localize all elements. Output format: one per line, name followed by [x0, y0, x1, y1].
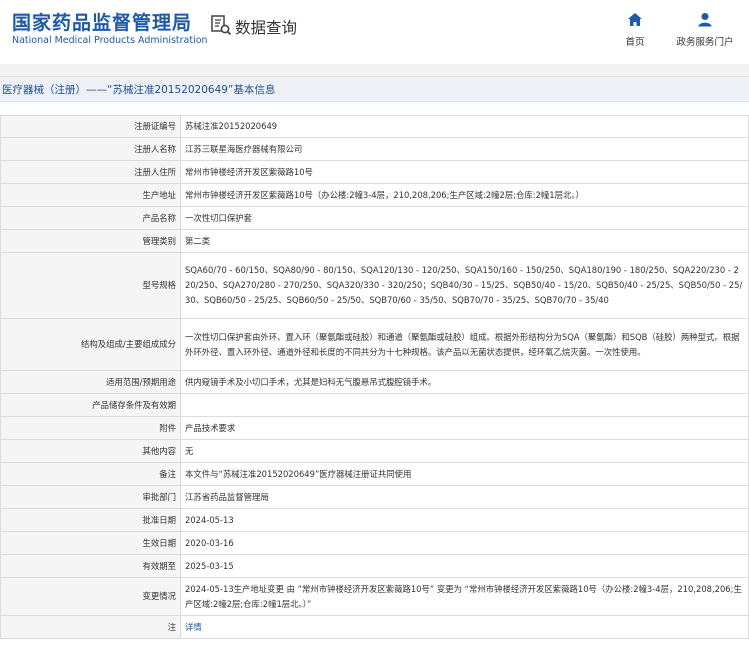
nav-home[interactable]: 首页 [600, 12, 670, 48]
table-row: 注册人住所 常州市钟楼经济开发区紫薇路10号 [0, 160, 749, 184]
table-row: 备注 本文件与“苏械注准20152020649”医疗器械注册证共同使用 [0, 462, 749, 486]
table-row: 结构及组成/主要组成成分 一次性切口保护套由外环、置入环（聚氨酯或硅胶）和通道（… [0, 318, 749, 371]
field-label: 产品储存条件及有效期 [0, 393, 181, 417]
field-value: SQA60/70 - 60/150、SQA80/90 - 80/150、SQA1… [180, 252, 749, 319]
table-row: 生产地址 常州市钟楼经济开发区紫薇路10号（办公楼:2幢3-4层，210,208… [0, 183, 749, 207]
field-value: 2024-05-13 [180, 508, 749, 532]
field-label: 生产地址 [0, 183, 181, 207]
field-label: 注册人住所 [0, 160, 181, 184]
field-value: 苏械注准20152020649 [180, 115, 749, 138]
field-value [180, 393, 749, 417]
page-title: 医疗器械（注册）——“苏械注准20152020649”基本信息 [2, 83, 276, 96]
info-table: 注册证编号 苏械注准20152020649 注册人名称 江苏三联星海医疗器械有限… [0, 115, 749, 639]
field-value: 一次性切口保护套由外环、置入环（聚氨酯或硅胶）和通道（聚氨酯或硅胶）组成。根据外… [180, 318, 749, 371]
nav-home-label: 首页 [625, 37, 645, 48]
field-label: 批准日期 [0, 508, 181, 532]
field-label: 审批部门 [0, 485, 181, 509]
field-value: 常州市钟楼经济开发区紫薇路10号（办公楼:2幢3-4层，210,208,206;… [180, 183, 749, 207]
page-title-bar: 医疗器械（注册）——“苏械注准20152020649”基本信息 [0, 76, 749, 102]
table-row: 注册人名称 江苏三联星海医疗器械有限公司 [0, 137, 749, 161]
field-value: 常州市钟楼经济开发区紫薇路10号 [180, 160, 749, 184]
header-divider [0, 64, 749, 76]
field-label: 有效期至 [0, 554, 181, 578]
field-label: 型号规格 [0, 252, 181, 319]
table-row: 有效期至 2025-03-15 [0, 554, 749, 578]
field-label: 注册证编号 [0, 115, 181, 138]
details-link[interactable]: 详情 [185, 622, 202, 632]
field-value: 第二类 [180, 229, 749, 253]
field-value: 本文件与“苏械注准20152020649”医疗器械注册证共同使用 [180, 462, 749, 486]
field-label: 适用范围/预期用途 [0, 370, 181, 394]
field-value: 供内窥镜手术及小切口手术，尤其是妇科无气腹悬吊式腹腔镜手术。 [180, 370, 749, 394]
table-row: 生效日期 2020-03-16 [0, 531, 749, 555]
field-value: 2025-03-15 [180, 554, 749, 578]
logo-title[interactable]: 国家药品监督管理局 [12, 8, 192, 35]
table-row: 型号规格 SQA60/70 - 60/150、SQA80/90 - 80/150… [0, 252, 749, 319]
table-row: 其他内容 无 [0, 439, 749, 463]
nav-gov-service-label: 政务服务门户 [676, 37, 734, 48]
spacer [0, 102, 749, 115]
note-label: 注 [0, 615, 181, 639]
field-label: 其他内容 [0, 439, 181, 463]
table-row: 注册证编号 苏械注准20152020649 [0, 115, 749, 138]
field-label: 注册人名称 [0, 137, 181, 161]
field-label: 管理类别 [0, 229, 181, 253]
field-value: 江苏三联星海医疗器械有限公司 [180, 137, 749, 161]
field-value: 产品技术要求 [180, 416, 749, 440]
field-label: 变更情况 [0, 577, 181, 616]
field-label: 备注 [0, 462, 181, 486]
table-row: 审批部门 江苏省药品监督管理局 [0, 485, 749, 509]
field-label: 生效日期 [0, 531, 181, 555]
document-search-icon [210, 14, 232, 40]
table-row: 注 详情 [0, 615, 749, 639]
table-row: 批准日期 2024-05-13 [0, 508, 749, 532]
nav-gov-service[interactable]: 政务服务门户 [668, 12, 742, 48]
field-value: 2024-05-13生产地址变更 由 “常州市钟楼经济开发区紫薇路10号” 变更… [180, 577, 749, 616]
data-query-label: 数据查询 [235, 19, 298, 37]
data-query-link[interactable]: 数据查询 [210, 14, 297, 40]
user-icon [697, 12, 713, 31]
table-row: 产品储存条件及有效期 [0, 393, 749, 417]
logo-subtitle: National Medical Products Administration [12, 35, 208, 46]
field-value: 2020-03-16 [180, 531, 749, 555]
home-icon [627, 12, 643, 31]
field-value: 一次性切口保护套 [180, 206, 749, 230]
table-row: 附件 产品技术要求 [0, 416, 749, 440]
field-label: 产品名称 [0, 206, 181, 230]
table-row: 变更情况 2024-05-13生产地址变更 由 “常州市钟楼经济开发区紫薇路10… [0, 577, 749, 616]
table-row: 管理类别 第二类 [0, 229, 749, 253]
field-value: 无 [180, 439, 749, 463]
field-value: 江苏省药品监督管理局 [180, 485, 749, 509]
table-row: 产品名称 一次性切口保护套 [0, 206, 749, 230]
site-header: 国家药品监督管理局 National Medical Products Admi… [0, 0, 749, 64]
field-label: 附件 [0, 416, 181, 440]
field-label: 结构及组成/主要组成成分 [0, 318, 181, 371]
table-row: 适用范围/预期用途 供内窥镜手术及小切口手术，尤其是妇科无气腹悬吊式腹腔镜手术。 [0, 370, 749, 394]
